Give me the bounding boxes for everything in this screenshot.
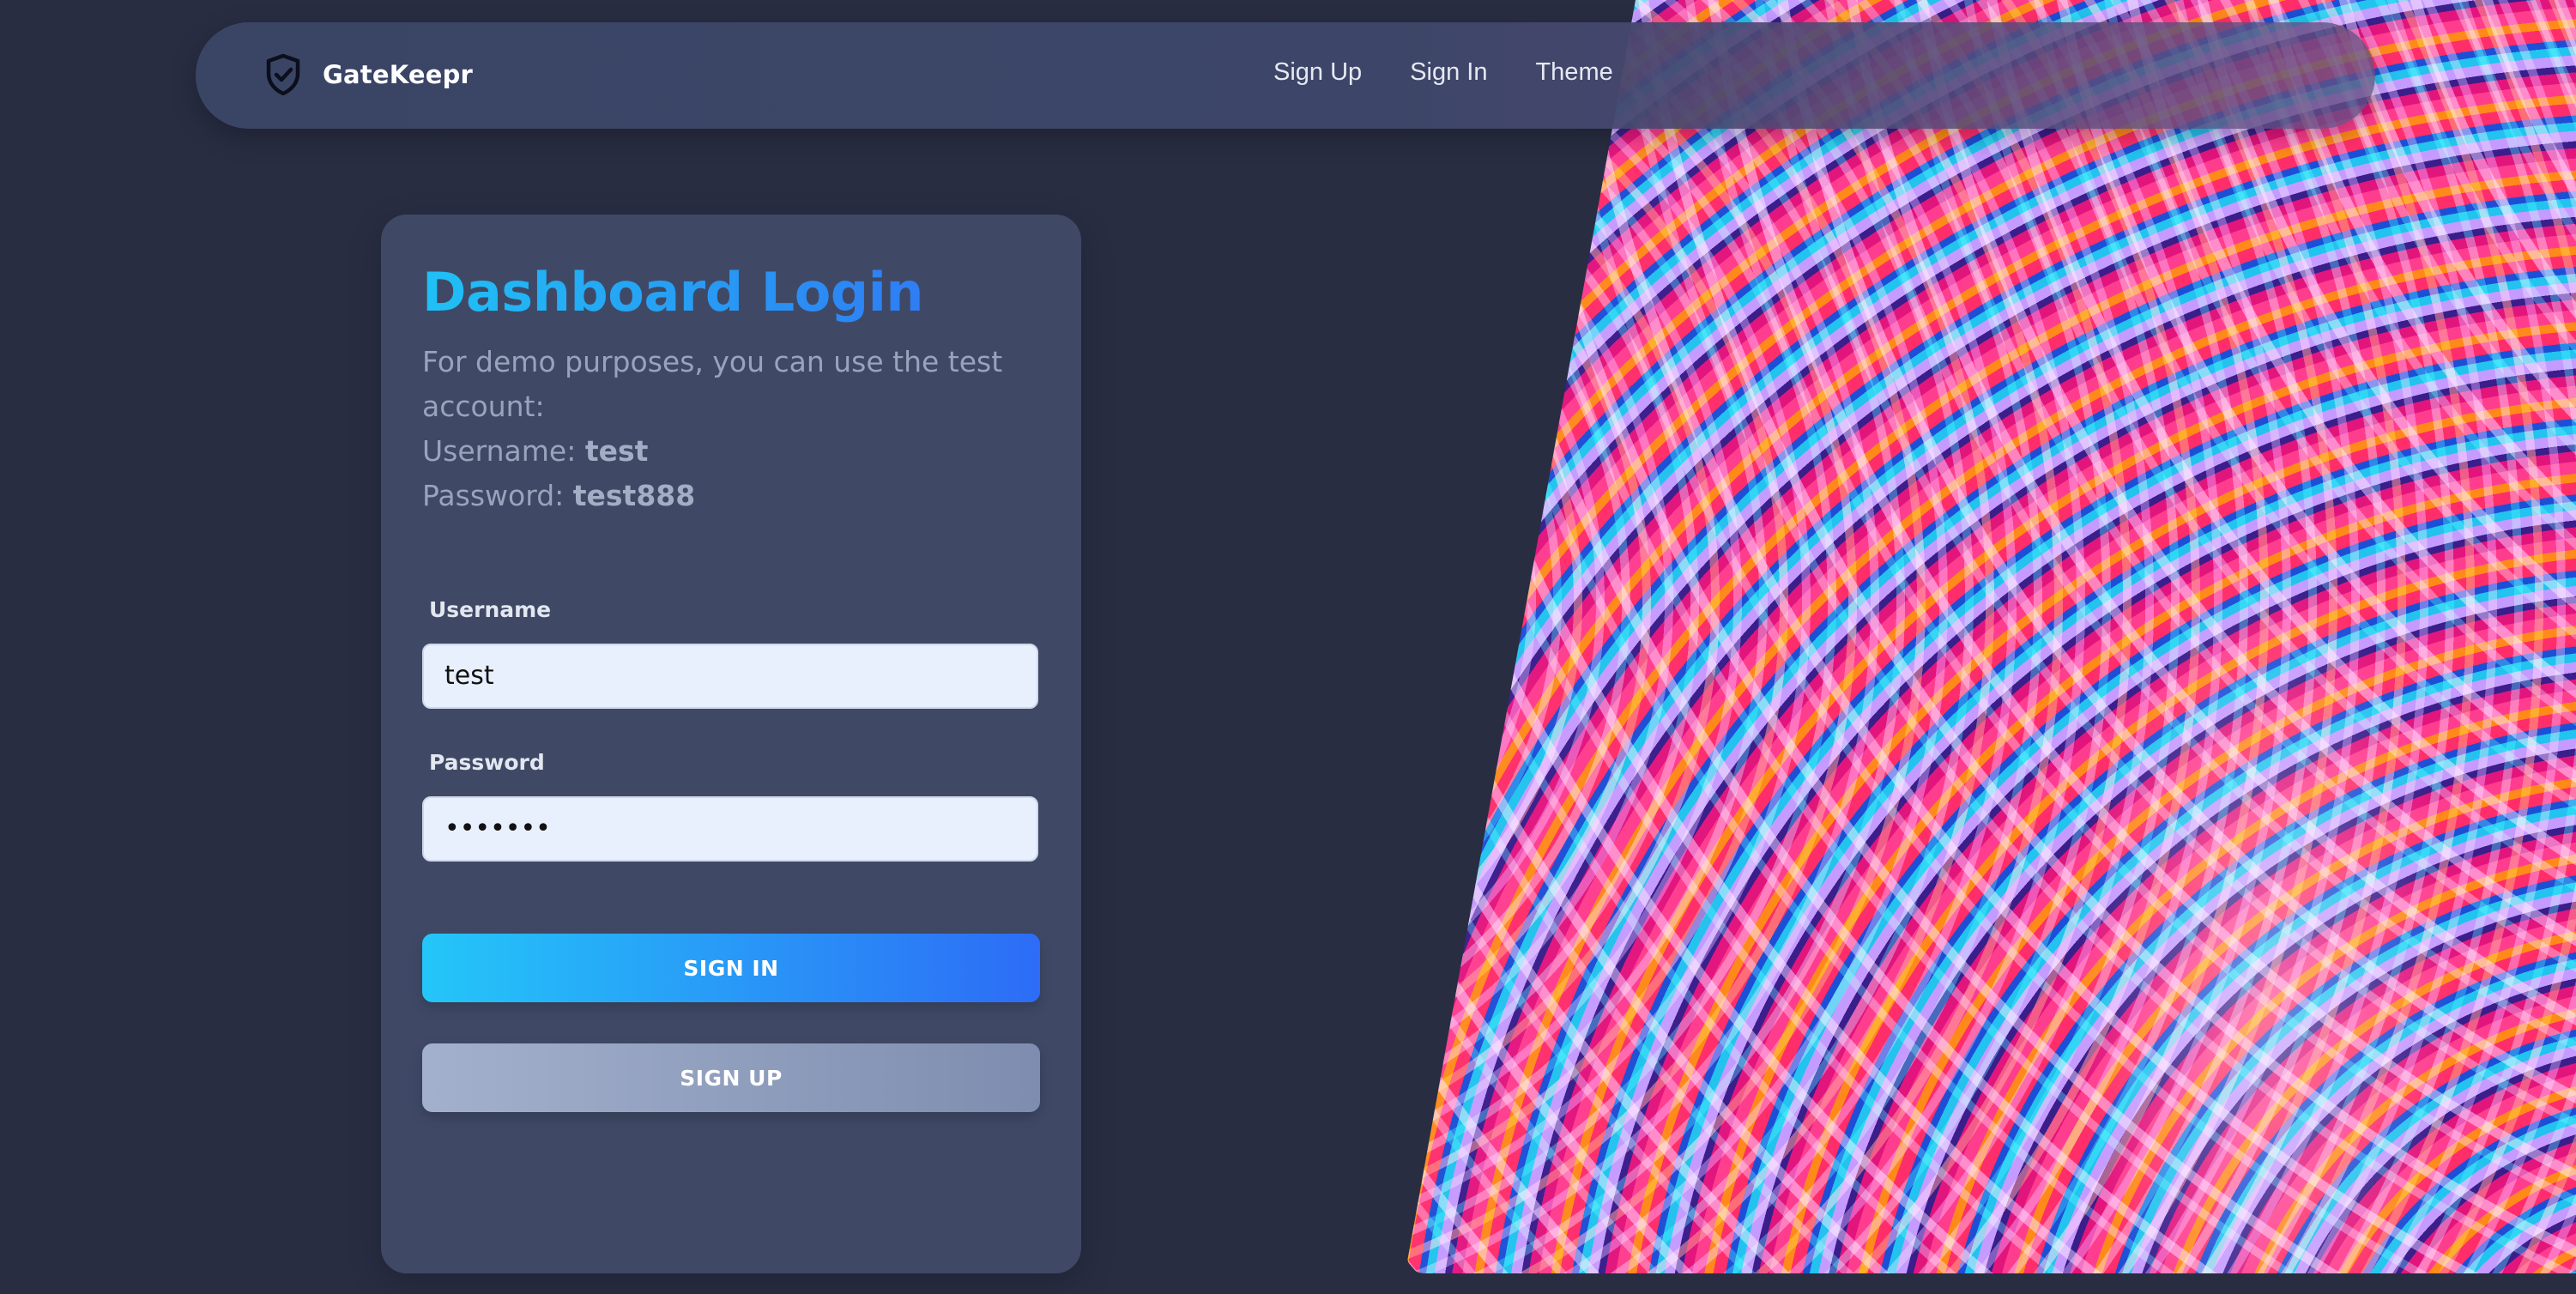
demo-password-label: Password: bbox=[422, 479, 573, 512]
demo-username-line: Username: test bbox=[422, 429, 1006, 474]
demo-password-value: test888 bbox=[572, 479, 696, 512]
demo-password-line: Password: test888 bbox=[422, 474, 1006, 518]
demo-text: For demo purposes, you can use the test … bbox=[422, 345, 1003, 423]
demo-credentials-note: For demo purposes, you can use the test … bbox=[422, 340, 1006, 518]
sign-up-button[interactable]: SIGN UP bbox=[422, 1043, 1040, 1112]
demo-username-value: test bbox=[584, 434, 649, 468]
nav-links: Sign Up Sign In Theme bbox=[1249, 51, 1637, 94]
username-label: Username bbox=[429, 597, 552, 622]
login-card: Dashboard Login For demo purposes, you c… bbox=[381, 215, 1081, 1273]
nav-link-theme[interactable]: Theme bbox=[1511, 51, 1636, 94]
nav-link-sign-up[interactable]: Sign Up bbox=[1249, 51, 1386, 94]
sign-in-button[interactable]: SIGN IN bbox=[422, 934, 1040, 1002]
hero-artwork-image bbox=[1407, 0, 2576, 1273]
top-navbar: GateKeepr Sign Up Sign In Theme bbox=[196, 22, 2375, 129]
password-label: Password bbox=[429, 750, 545, 775]
nav-link-sign-in[interactable]: Sign In bbox=[1386, 51, 1511, 94]
shield-check-icon bbox=[264, 53, 302, 96]
demo-username-label: Username: bbox=[422, 434, 585, 468]
username-input[interactable]: test bbox=[422, 644, 1038, 709]
brand-name: GateKeepr bbox=[323, 60, 474, 89]
brand-logo[interactable]: GateKeepr bbox=[264, 53, 473, 96]
page-title: Dashboard Login bbox=[422, 261, 924, 324]
password-input[interactable]: ••••••• bbox=[422, 796, 1038, 862]
